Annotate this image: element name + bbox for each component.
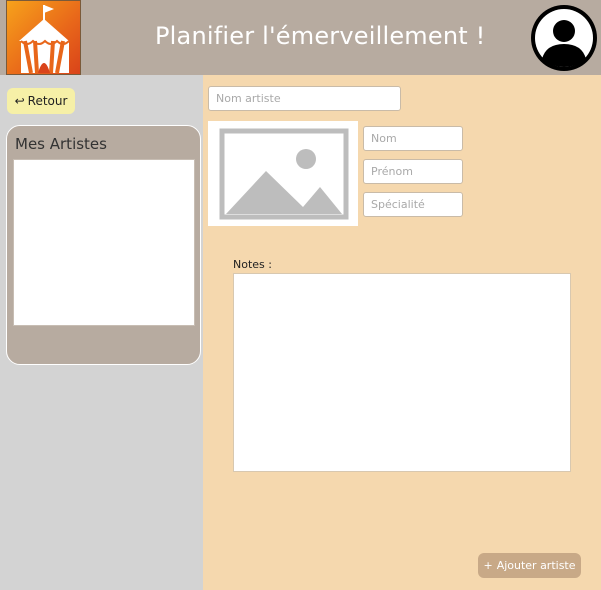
user-avatar-icon[interactable] [530, 4, 598, 72]
back-button-label: Retour [27, 94, 68, 108]
back-button[interactable]: ↩ Retour [7, 88, 75, 114]
circus-tent-icon [6, 0, 81, 75]
notes-label: Notes : [233, 258, 272, 271]
artists-panel-title: Mes Artistes [15, 135, 107, 153]
notes-textarea[interactable] [233, 273, 571, 472]
app-header: Planifier l'émerveillement ! [0, 0, 601, 75]
plus-icon: + [483, 559, 493, 572]
add-artist-label: Ajouter artiste [496, 559, 576, 572]
add-artist-button[interactable]: + Ajouter artiste [478, 553, 581, 578]
artist-name-input[interactable] [208, 86, 401, 111]
last-name-input[interactable] [363, 126, 463, 151]
back-arrow-icon: ↩ [14, 94, 25, 108]
artists-panel: Mes Artistes [6, 125, 201, 365]
first-name-input[interactable] [363, 159, 463, 184]
page-title: Planifier l'émerveillement ! [155, 22, 486, 50]
specialty-input[interactable] [363, 192, 463, 217]
image-placeholder-icon[interactable] [208, 121, 358, 226]
artists-list[interactable] [13, 159, 195, 326]
